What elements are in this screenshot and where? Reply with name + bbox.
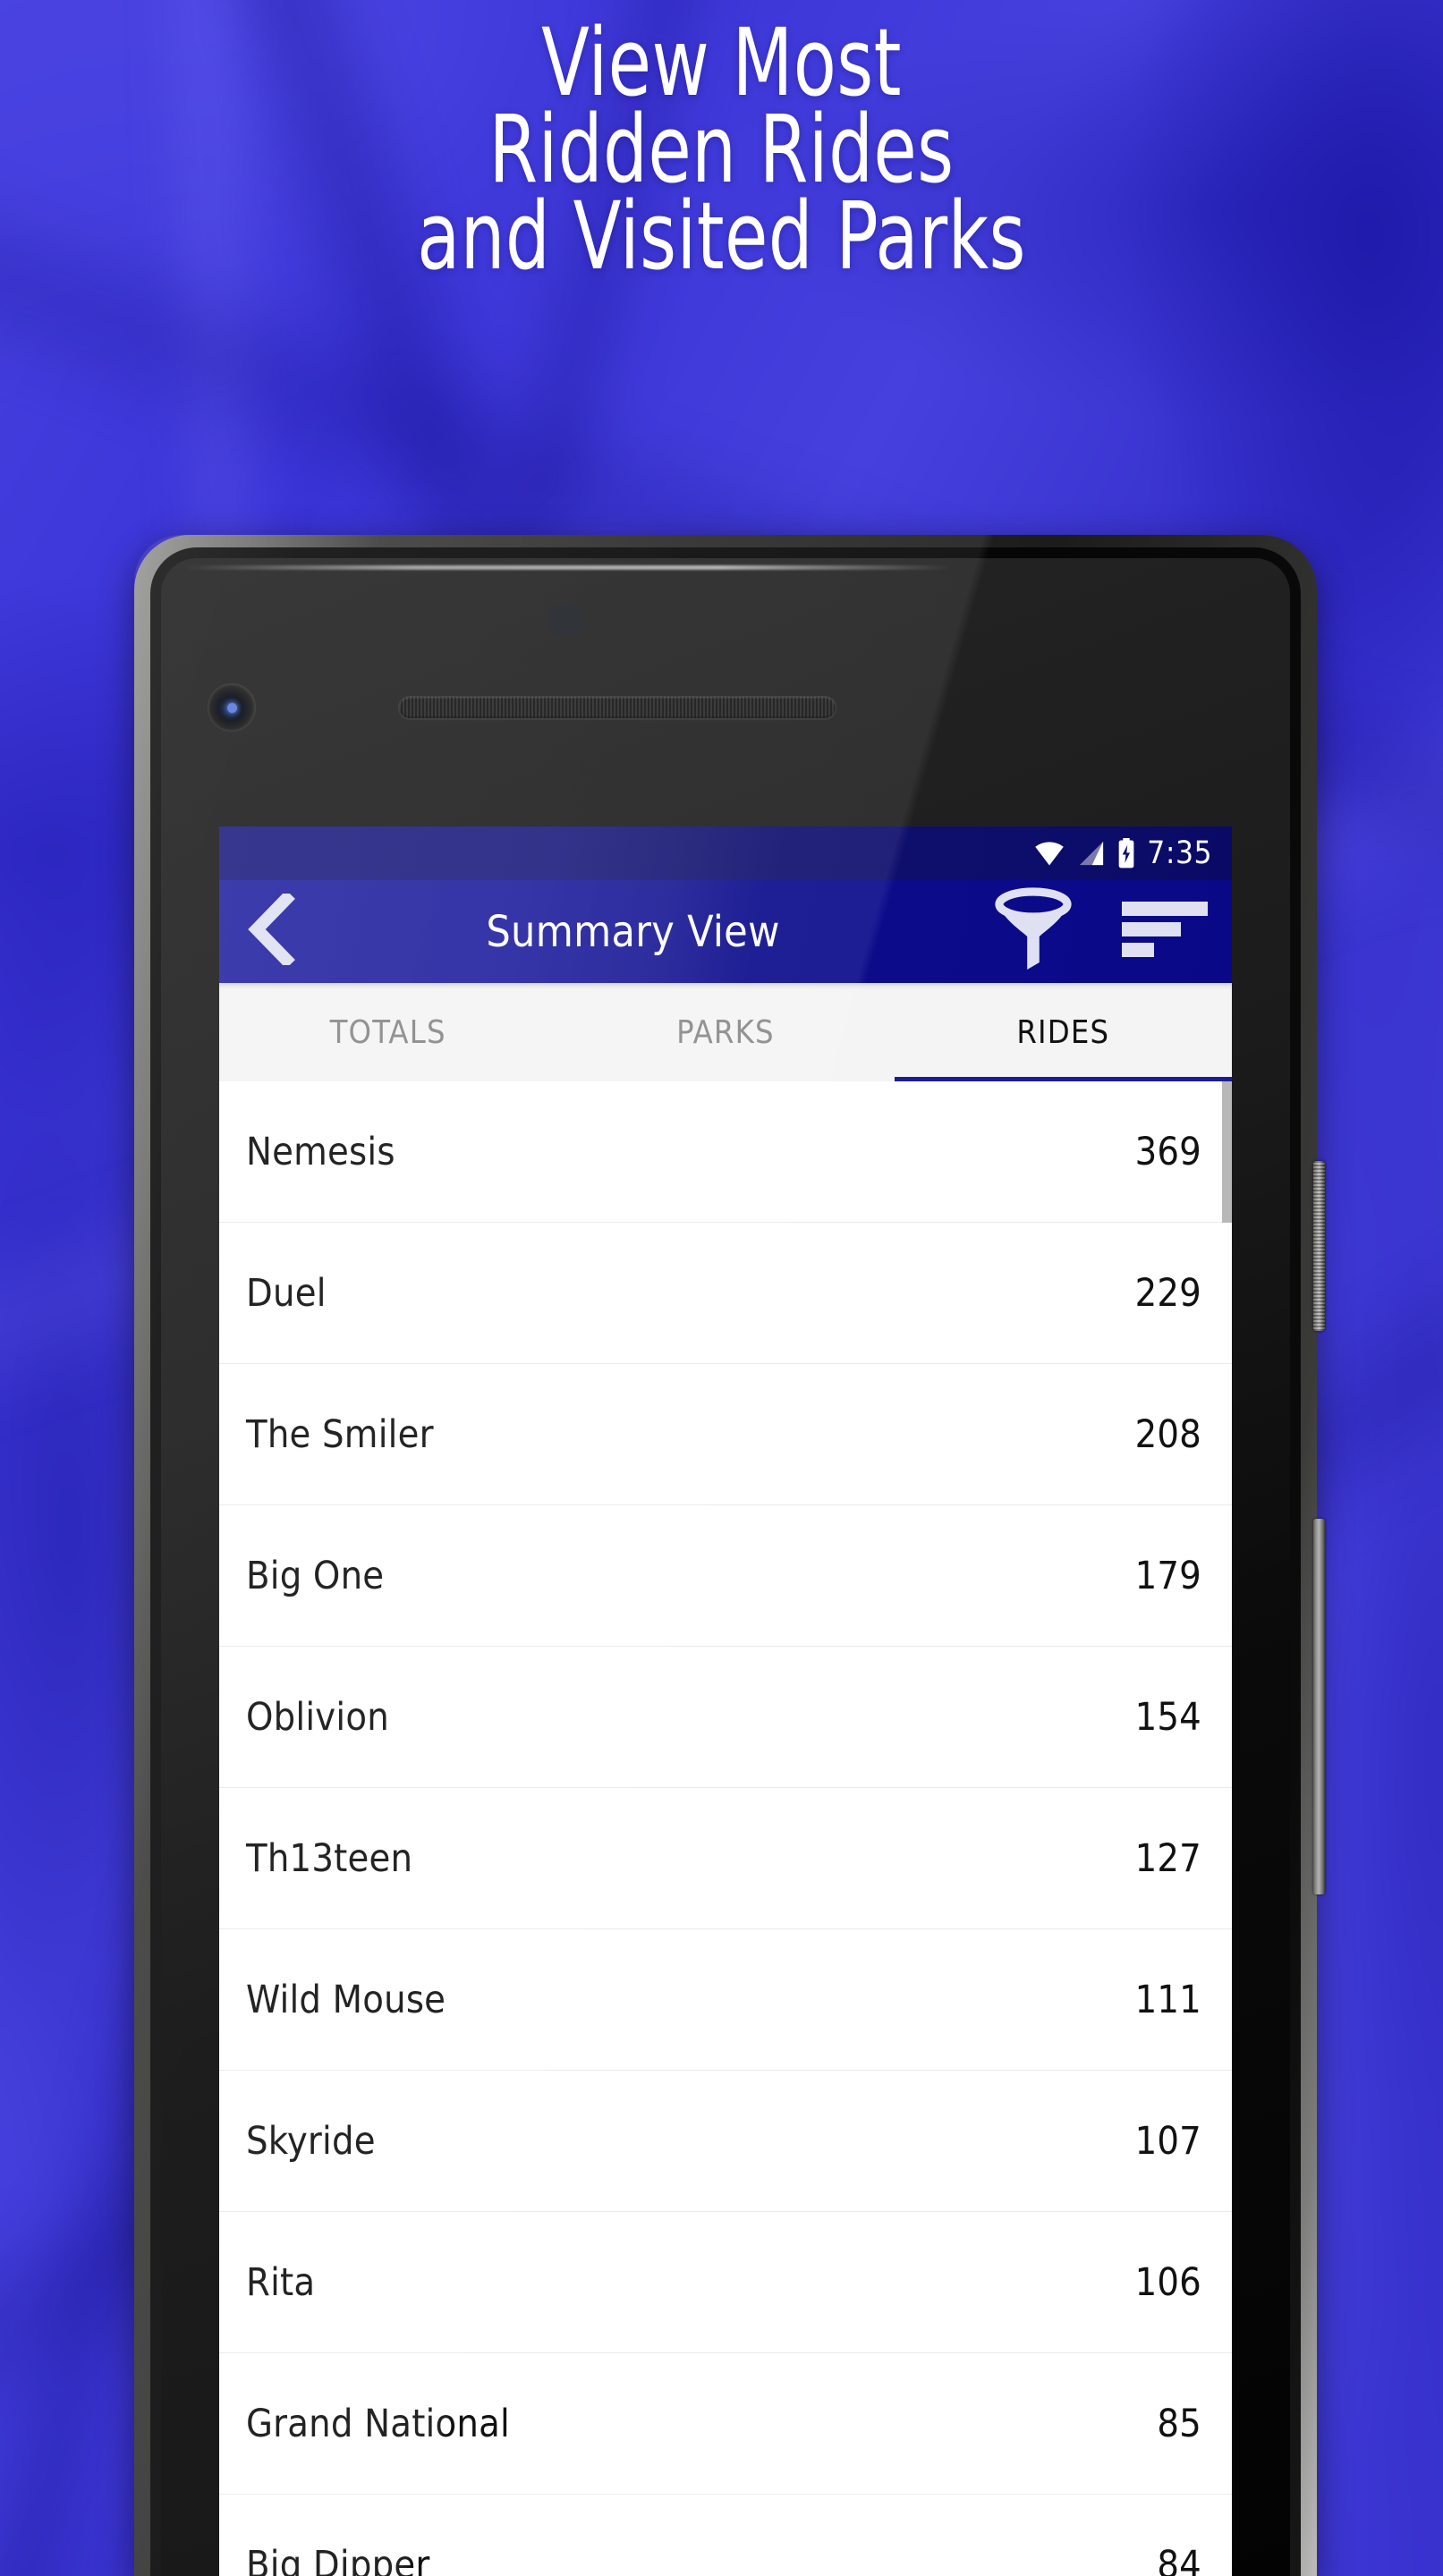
ride-count: 85: [1157, 2401, 1201, 2446]
front-camera-icon: [208, 683, 256, 732]
screen-glass-highlight: [182, 565, 952, 570]
ride-count: 127: [1134, 1835, 1201, 1881]
table-row[interactable]: Grand National 85: [219, 2353, 1232, 2495]
phone-bezel: 7:35 Summary View TOTALS PARKS RIDES Nem…: [161, 558, 1290, 2576]
promo-headline-line-1: View Most: [541, 8, 902, 117]
table-row[interactable]: Wild Mouse 111: [219, 1929, 1232, 2071]
ride-count: 84: [1157, 2542, 1201, 2576]
ride-count: 179: [1134, 1553, 1201, 1598]
table-row[interactable]: Nemesis 369: [219, 1081, 1232, 1223]
ride-count: 106: [1134, 2259, 1201, 2305]
ride-name: Big One: [246, 1553, 385, 1598]
promo-headline-line-3: and Visited Parks: [417, 182, 1026, 291]
ride-count: 154: [1134, 1694, 1201, 1740]
ride-name: Th13teen: [246, 1835, 413, 1881]
promo-headline-line-2: Ridden Rides: [488, 95, 955, 204]
ride-name: Oblivion: [246, 1694, 389, 1740]
scrollbar-thumb[interactable]: [1222, 1081, 1232, 1223]
ride-name: Duel: [246, 1270, 327, 1316]
status-bar: 7:35: [219, 826, 1232, 880]
ride-name: Nemesis: [246, 1129, 395, 1174]
table-row[interactable]: Skyride 107: [219, 2071, 1232, 2212]
tab-parks[interactable]: PARKS: [556, 983, 894, 1081]
status-bar-clock: 7:35: [1147, 835, 1212, 871]
earpiece-speaker-icon: [398, 696, 836, 719]
ride-name: The Smiler: [246, 1411, 434, 1457]
table-row[interactable]: Duel 229: [219, 1223, 1232, 1364]
ride-name: Skyride: [246, 2118, 376, 2164]
page-title: Summary View: [486, 906, 780, 957]
ride-count: 229: [1134, 1270, 1201, 1316]
table-row[interactable]: The Smiler 208: [219, 1364, 1232, 1505]
phone-mockup: 7:35 Summary View TOTALS PARKS RIDES Nem…: [134, 535, 1325, 2576]
app-bar: Summary View: [219, 880, 1232, 983]
ride-count: 111: [1134, 1977, 1201, 2022]
ride-name: Grand National: [246, 2401, 510, 2446]
chevron-left-icon: [245, 890, 299, 970]
ride-count: 107: [1134, 2118, 1201, 2164]
promo-headline: View Most Ridden Rides and Visited Parks: [115, 8, 1328, 291]
table-row[interactable]: Th13teen 127: [219, 1788, 1232, 1929]
table-row[interactable]: Rita 106: [219, 2212, 1232, 2353]
ride-list[interactable]: Nemesis 369 Duel 229 The Smiler 208 Big …: [219, 1081, 1232, 2576]
sort-icon: [1122, 898, 1208, 965]
filter-funnel-icon: [992, 887, 1074, 976]
phone-screen: 7:35 Summary View TOTALS PARKS RIDES Nem…: [219, 826, 1232, 2576]
table-row[interactable]: Big One 179: [219, 1505, 1232, 1647]
table-row[interactable]: Oblivion 154: [219, 1647, 1232, 1788]
proximity-sensor-icon: [547, 605, 585, 635]
ride-name: Wild Mouse: [246, 1977, 446, 2022]
filter-button[interactable]: [968, 887, 1098, 976]
cellular-signal-icon: [1077, 840, 1106, 867]
sort-button[interactable]: [1098, 898, 1232, 965]
tab-bar: TOTALS PARKS RIDES: [219, 983, 1232, 1081]
ride-name: Rita: [246, 2259, 316, 2305]
ride-count: 208: [1134, 1411, 1201, 1457]
volume-rocker-button[interactable]: [1313, 1519, 1325, 1894]
ride-count: 369: [1134, 1129, 1201, 1174]
wifi-icon: [1032, 840, 1066, 867]
power-button[interactable]: [1313, 1161, 1325, 1331]
tab-totals[interactable]: TOTALS: [219, 983, 556, 1081]
ride-name: Big Dipper: [246, 2542, 430, 2576]
table-row[interactable]: Big Dipper 84: [219, 2495, 1232, 2576]
tab-rides[interactable]: RIDES: [895, 983, 1232, 1081]
battery-charging-icon: [1116, 838, 1136, 869]
